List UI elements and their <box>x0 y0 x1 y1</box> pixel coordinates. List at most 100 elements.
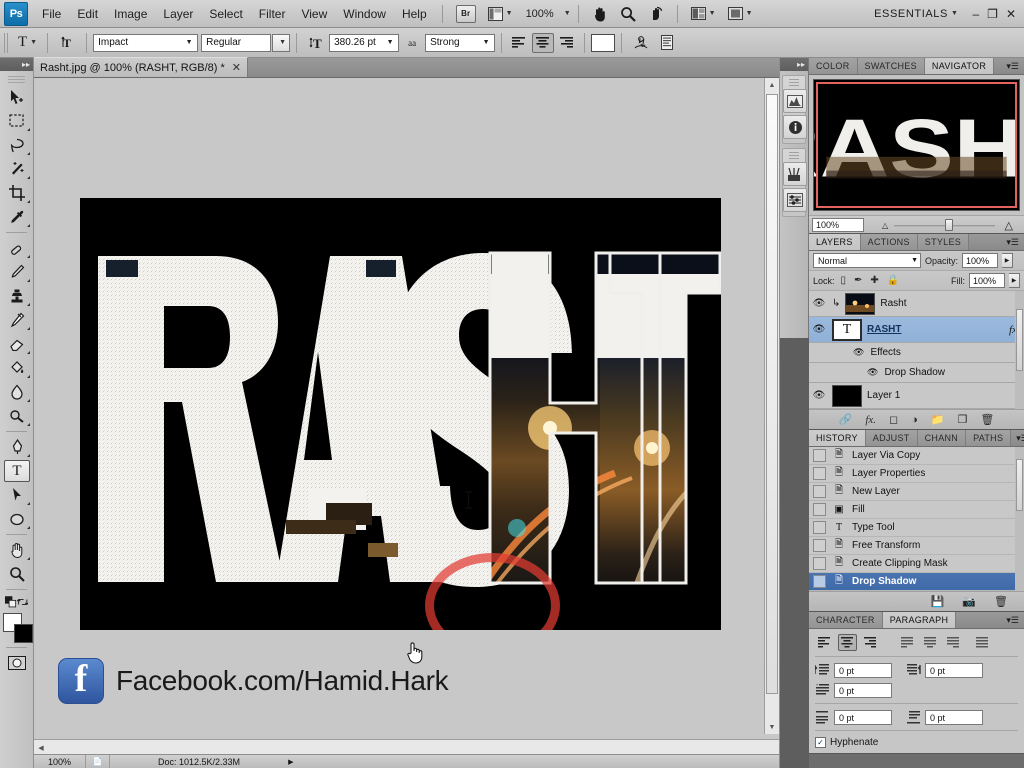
color-swatches[interactable] <box>3 613 33 643</box>
restore-button[interactable]: ❐ <box>987 7 998 21</box>
info-icon[interactable] <box>783 115 807 139</box>
zoom-tool-button[interactable] <box>617 4 639 24</box>
rectangular-marquee-tool[interactable] <box>2 109 32 133</box>
justify-last-center-button[interactable] <box>921 634 940 651</box>
tab-adjustments[interactable]: ADJUST <box>865 430 918 446</box>
layer-name[interactable]: Layer 1 <box>867 390 900 401</box>
new-layer-icon[interactable]: ❐ <box>958 413 968 426</box>
layer-name[interactable]: RASHT <box>867 324 901 335</box>
spot-healing-brush-tool[interactable] <box>2 236 32 260</box>
artboard[interactable] <box>80 198 721 630</box>
menu-filter[interactable]: Filter <box>251 4 294 24</box>
history-panel-menu-icon[interactable]: ▾☰ <box>1011 430 1024 446</box>
clone-stamp-tool[interactable] <box>2 284 32 308</box>
paint-bucket-tool[interactable] <box>2 356 32 380</box>
slider-knob[interactable] <box>944 218 953 231</box>
layer-row-rasht[interactable]: 👁 ↳ Rasht <box>809 291 1024 317</box>
tools-panel-collapse-button[interactable]: ▸▸ <box>0 58 33 71</box>
layer-effect-drop-shadow-row[interactable]: 👁 Drop Shadow <box>809 363 1024 383</box>
adjustments-icon[interactable] <box>783 188 807 212</box>
minimize-button[interactable]: – <box>972 7 979 21</box>
layer-thumbnail[interactable] <box>832 384 862 407</box>
lock-position-icon[interactable]: ✚ <box>868 275 880 286</box>
menu-window[interactable]: Window <box>335 4 394 24</box>
history-snapshot-box[interactable] <box>813 503 826 516</box>
menu-edit[interactable]: Edit <box>69 4 106 24</box>
tools-panel-grip[interactable] <box>8 74 25 83</box>
history-snapshot-box[interactable] <box>813 449 826 462</box>
warp-text-button[interactable]: ↯ <box>631 33 651 53</box>
status-menu-arrow[interactable]: ▶ <box>288 758 293 766</box>
layer-thumbnail[interactable] <box>845 292 876 315</box>
dock-group-grip[interactable] <box>789 152 799 159</box>
brush-presets-icon[interactable] <box>783 162 807 186</box>
indent-left-input[interactable]: 0 pt <box>834 663 892 678</box>
history-item[interactable]: ▣ Fill <box>809 501 1024 519</box>
dock-group-grip[interactable] <box>789 79 799 86</box>
path-selection-tool[interactable] <box>2 483 32 507</box>
menu-view[interactable]: View <box>293 4 335 24</box>
history-item-active[interactable]: 🗎 Drop Shadow <box>809 573 1024 591</box>
align-center-button[interactable] <box>838 634 857 651</box>
status-zoom-field[interactable]: 100% <box>34 754 86 768</box>
canvas-vertical-scrollbar[interactable]: ▲ ▼ <box>764 78 779 734</box>
default-colors-icon[interactable] <box>5 595 17 609</box>
text-orientation-button[interactable]: T <box>57 33 77 53</box>
fill-stepper[interactable]: ▶ <box>1009 273 1020 288</box>
effect-visibility-icon[interactable]: 👁 <box>867 367 878 378</box>
dock-expand-button[interactable]: ▸▸ <box>780 58 808 71</box>
font-style-select[interactable]: Regular <box>201 33 272 52</box>
dodge-tool[interactable] <box>2 404 32 428</box>
navigator-thumbnail[interactable]: RASHT <box>813 79 1020 211</box>
space-after-input[interactable]: 0 pt <box>925 710 983 725</box>
align-left-button[interactable] <box>508 33 530 53</box>
history-brush-tool[interactable] <box>2 308 32 332</box>
close-icon[interactable]: ✕ <box>232 61 241 74</box>
tab-swatches[interactable]: SWATCHES <box>857 58 925 74</box>
eyedropper-tool[interactable] <box>2 205 32 229</box>
layer-visibility-icon[interactable]: 👁 <box>811 298 827 309</box>
history-snapshot-box[interactable] <box>813 557 826 570</box>
align-left-button[interactable] <box>815 634 834 651</box>
workspace-switcher[interactable]: ESSENTIALS ▼ <box>874 8 962 20</box>
history-item[interactable]: 🗎 Free Transform <box>809 537 1024 555</box>
hand-tool[interactable] <box>2 538 32 562</box>
layer-row-layer1[interactable]: 👁 Layer 1 <box>809 383 1024 409</box>
toggle-character-panel-button[interactable] <box>657 33 677 53</box>
canvas-horizontal-scrollbar[interactable]: ◀ <box>34 739 779 754</box>
screen-mode-button[interactable]: ▼ <box>725 4 756 24</box>
vertical-scroll-thumb[interactable] <box>766 94 778 694</box>
brush-tool[interactable] <box>2 260 32 284</box>
ellipse-shape-tool[interactable] <box>2 507 32 531</box>
history-snapshot-box[interactable] <box>813 467 826 480</box>
hyphenate-checkbox[interactable]: ✓ <box>815 737 826 748</box>
link-layers-icon[interactable]: 🔗 <box>839 413 853 426</box>
histogram-icon[interactable] <box>783 89 807 113</box>
history-snapshot-box[interactable] <box>813 539 826 552</box>
chevron-down-icon[interactable]: ▼ <box>564 10 571 17</box>
layer-effects-row[interactable]: 👁 Effects <box>809 343 1024 363</box>
mini-bridge-button[interactable]: ▼ <box>485 4 516 24</box>
layer-visibility-icon[interactable]: 👁 <box>811 324 827 335</box>
align-right-button[interactable] <box>861 634 880 651</box>
swap-colors-icon[interactable] <box>16 595 29 609</box>
lock-transparent-pixels-icon[interactable]: ▯ <box>839 275 849 286</box>
arrange-documents-button[interactable]: ▼ <box>688 4 719 24</box>
navigator-zoom-slider[interactable]: △ △ <box>868 218 1021 232</box>
effects-visibility-icon[interactable]: 👁 <box>853 347 864 358</box>
opacity-input[interactable]: 100% <box>962 253 999 268</box>
justify-all-button[interactable] <box>973 634 992 651</box>
background-color-swatch[interactable] <box>14 624 33 643</box>
tab-navigator[interactable]: NAVIGATOR <box>924 58 995 74</box>
tab-channels[interactable]: CHANN <box>917 430 967 446</box>
lock-all-icon[interactable]: 🔒 <box>885 275 901 286</box>
tab-history[interactable]: HISTORY <box>809 430 866 446</box>
zoom-out-icon[interactable]: △ <box>882 221 888 230</box>
layer-row-rasht-text[interactable]: 👁 T RASHT fx <box>809 317 1024 343</box>
zoom-level-display[interactable]: 100% <box>522 4 558 24</box>
launch-bridge-button[interactable]: Br <box>453 4 479 24</box>
adjustment-layer-icon[interactable]: ◑ <box>911 414 918 426</box>
layer-thumbnail-text[interactable]: T <box>832 318 862 341</box>
lock-image-pixels-icon[interactable]: ✒ <box>852 275 864 286</box>
navigator-panel-menu-icon[interactable]: ▾☰ <box>1001 58 1024 74</box>
